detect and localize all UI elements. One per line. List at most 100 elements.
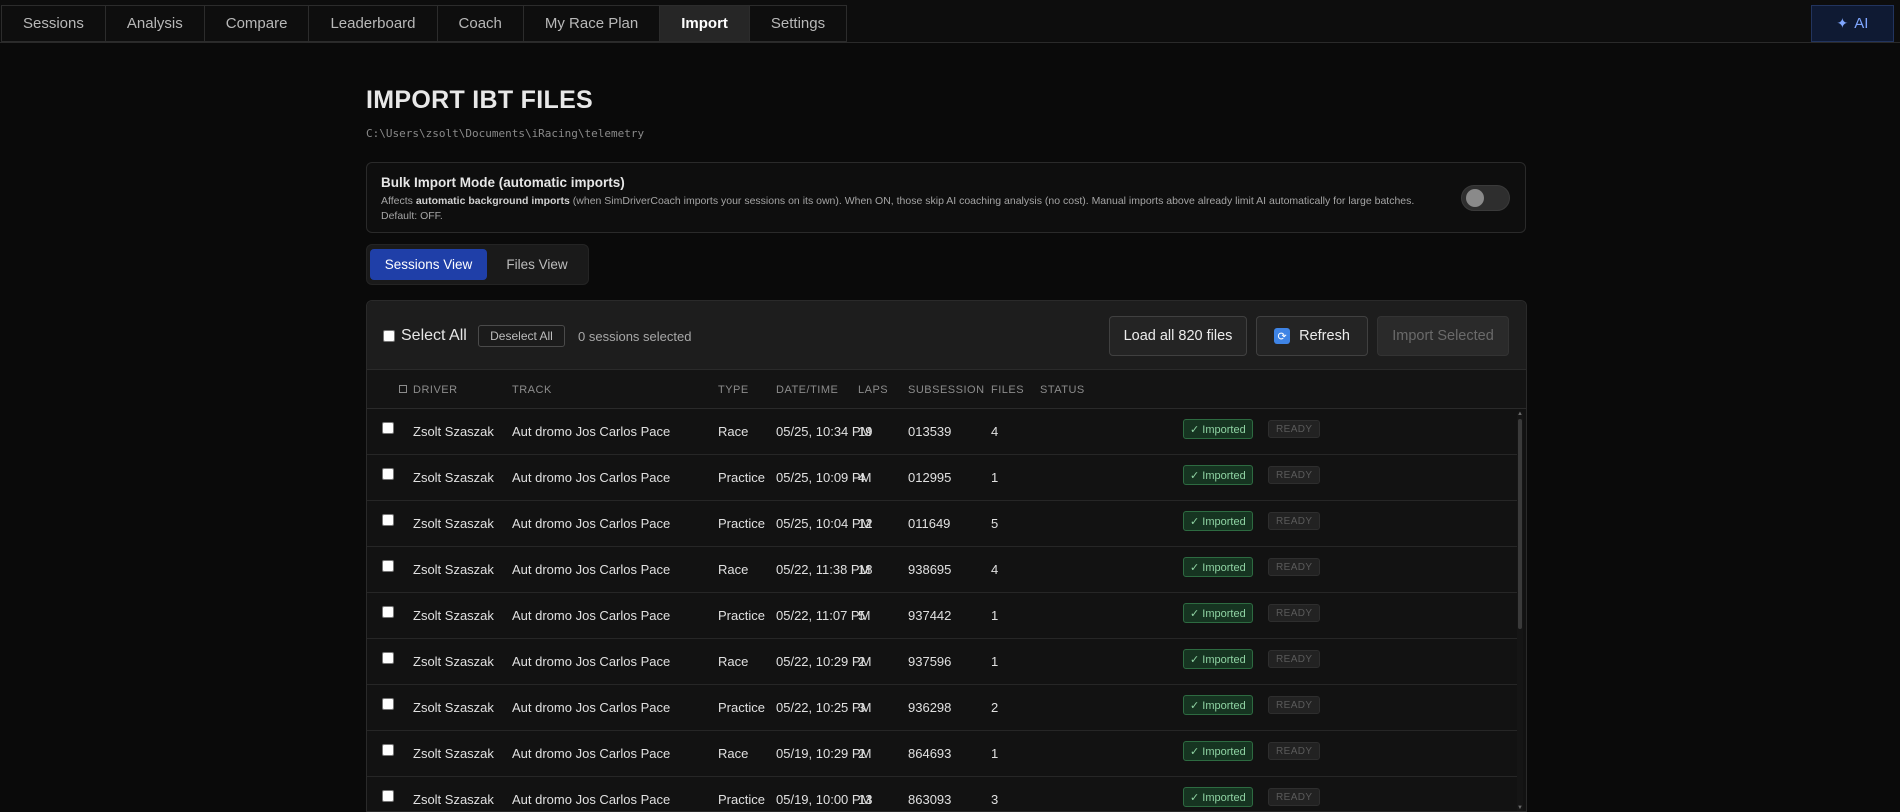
imported-badge: ✓ Imported xyxy=(1183,741,1253,761)
scroll-thumb[interactable] xyxy=(1518,419,1522,629)
row-checkbox[interactable] xyxy=(382,652,394,664)
select-all-checkbox[interactable] xyxy=(383,330,395,342)
table-row[interactable]: Zsolt Szaszak Aut dromo Jos Carlos Pace … xyxy=(367,731,1517,777)
import-selected-button[interactable]: Import Selected xyxy=(1377,316,1509,356)
row-checkbox[interactable] xyxy=(382,514,394,526)
page-title: IMPORT IBT FILES xyxy=(366,86,594,114)
type-cell: Practice xyxy=(718,608,765,623)
sessions-panel: Select All Deselect All 0 sessions selec… xyxy=(366,300,1527,812)
header-driver[interactable]: DRIVER xyxy=(413,384,458,396)
track-cell: Aut dromo Jos Carlos Pace xyxy=(512,516,671,531)
header-subsession[interactable]: SUBSESSION xyxy=(908,384,985,396)
row-checkbox[interactable] xyxy=(382,790,394,802)
files-cell: 1 xyxy=(991,746,999,761)
type-cell: Race xyxy=(718,424,749,439)
tab-compare[interactable]: Compare xyxy=(203,5,309,42)
ready-badge: READY xyxy=(1268,696,1321,714)
table-row[interactable]: Zsolt Szaszak Aut dromo Jos Carlos Pace … xyxy=(367,685,1517,731)
table-row[interactable]: Zsolt Szaszak Aut dromo Jos Carlos Pace … xyxy=(367,547,1517,593)
tab-coach[interactable]: Coach xyxy=(436,5,523,42)
row-checkbox[interactable] xyxy=(382,422,394,434)
ai-button[interactable]: ✦ AI xyxy=(1811,5,1894,42)
table-row[interactable]: Zsolt Szaszak Aut dromo Jos Carlos Pace … xyxy=(367,409,1517,455)
table-row[interactable]: Zsolt Szaszak Aut dromo Jos Carlos Pace … xyxy=(367,593,1517,639)
files-cell: 1 xyxy=(991,654,999,669)
imported-badge: ✓ Imported xyxy=(1183,511,1253,531)
table-body: Zsolt Szaszak Aut dromo Jos Carlos Pace … xyxy=(367,409,1517,811)
laps-cell: 19 xyxy=(858,424,873,439)
row-checkbox[interactable] xyxy=(382,744,394,756)
files-cell: 2 xyxy=(991,700,999,715)
bulk-import-panel: Bulk Import Mode (automatic imports) Aff… xyxy=(366,162,1526,233)
refresh-icon: ⟳ xyxy=(1274,328,1291,344)
files-cell: 4 xyxy=(991,424,999,439)
row-checkbox[interactable] xyxy=(382,698,394,710)
scroll-up-arrow-icon[interactable]: ▲ xyxy=(1517,411,1523,417)
table-row[interactable]: Zsolt Szaszak Aut dromo Jos Carlos Pace … xyxy=(367,777,1517,811)
row-checkbox[interactable] xyxy=(382,560,394,572)
driver-cell: Zsolt Szaszak xyxy=(413,792,494,807)
header-track[interactable]: TRACK xyxy=(512,384,552,396)
scroll-down-arrow-icon[interactable]: ▼ xyxy=(1517,805,1523,811)
driver-cell: Zsolt Szaszak xyxy=(413,654,494,669)
subsession-cell: 863093 xyxy=(908,792,952,807)
type-cell: Practice xyxy=(718,700,765,715)
ready-badge: READY xyxy=(1268,742,1321,760)
load-all-files-button[interactable]: Load all 820 files xyxy=(1109,316,1247,356)
subsession-cell: 937596 xyxy=(908,654,952,669)
laps-cell: 5 xyxy=(858,608,866,623)
header-laps[interactable]: LAPS xyxy=(858,384,888,396)
tab-settings[interactable]: Settings xyxy=(748,5,848,42)
table-scrollbar[interactable]: ▲ ▼ xyxy=(1517,411,1523,811)
refresh-button[interactable]: ⟳ Refresh xyxy=(1256,316,1368,356)
type-cell: Practice xyxy=(718,470,765,485)
header-files[interactable]: FILES xyxy=(991,384,1024,396)
track-cell: Aut dromo Jos Carlos Pace xyxy=(512,424,671,439)
ready-badge: READY xyxy=(1268,788,1321,806)
top-nav: Sessions Analysis Compare Leaderboard Co… xyxy=(0,0,1900,43)
sparkle-icon: ✦ xyxy=(1836,15,1849,31)
type-cell: Practice xyxy=(718,516,765,531)
ready-badge: READY xyxy=(1268,558,1321,576)
imported-badge: ✓ Imported xyxy=(1183,695,1253,715)
table-header: DRIVER TRACK TYPE DATE/TIME LAPS SUBSESS… xyxy=(367,370,1526,409)
type-cell: Race xyxy=(718,746,749,761)
laps-cell: 18 xyxy=(858,562,873,577)
tab-analysis[interactable]: Analysis xyxy=(104,5,204,42)
tab-leaderboard[interactable]: Leaderboard xyxy=(308,5,437,42)
driver-cell: Zsolt Szaszak xyxy=(413,516,494,531)
laps-cell: 13 xyxy=(858,792,873,807)
row-checkbox[interactable] xyxy=(382,468,394,480)
bulk-import-toggle[interactable] xyxy=(1461,185,1510,211)
ready-badge: READY xyxy=(1268,650,1321,668)
header-type[interactable]: TYPE xyxy=(718,384,749,396)
datetime-cell: 05/22, 11:07 PM xyxy=(776,608,871,623)
header-select-checkbox[interactable] xyxy=(399,385,407,393)
bulk-import-description: Affects automatic background imports (wh… xyxy=(381,194,1421,224)
table-row[interactable]: Zsolt Szaszak Aut dromo Jos Carlos Pace … xyxy=(367,501,1517,547)
laps-cell: 3 xyxy=(858,700,866,715)
ai-button-label: AI xyxy=(1854,15,1869,32)
sessions-view-button[interactable]: Sessions View xyxy=(370,249,487,280)
files-cell: 1 xyxy=(991,608,999,623)
files-cell: 1 xyxy=(991,470,999,485)
table-row[interactable]: Zsolt Szaszak Aut dromo Jos Carlos Pace … xyxy=(367,639,1517,685)
files-view-button[interactable]: Files View xyxy=(491,249,583,280)
tab-import[interactable]: Import xyxy=(659,5,749,42)
tab-sessions[interactable]: Sessions xyxy=(1,5,105,42)
driver-cell: Zsolt Szaszak xyxy=(413,562,494,577)
select-all-control[interactable]: Select All xyxy=(383,327,467,345)
subsession-cell: 936298 xyxy=(908,700,952,715)
bulk-import-title: Bulk Import Mode (automatic imports) xyxy=(381,175,625,190)
view-switch: Sessions View Files View xyxy=(366,244,589,285)
deselect-all-button[interactable]: Deselect All xyxy=(478,325,565,347)
row-checkbox[interactable] xyxy=(382,606,394,618)
datetime-cell: 05/22, 11:38 PM xyxy=(776,562,871,577)
table-row[interactable]: Zsolt Szaszak Aut dromo Jos Carlos Pace … xyxy=(367,455,1517,501)
track-cell: Aut dromo Jos Carlos Pace xyxy=(512,746,671,761)
driver-cell: Zsolt Szaszak xyxy=(413,608,494,623)
header-status[interactable]: STATUS xyxy=(1040,384,1085,396)
header-datetime[interactable]: DATE/TIME xyxy=(776,384,838,396)
tab-my-race-plan[interactable]: My Race Plan xyxy=(522,5,660,42)
ready-badge: READY xyxy=(1268,512,1321,530)
